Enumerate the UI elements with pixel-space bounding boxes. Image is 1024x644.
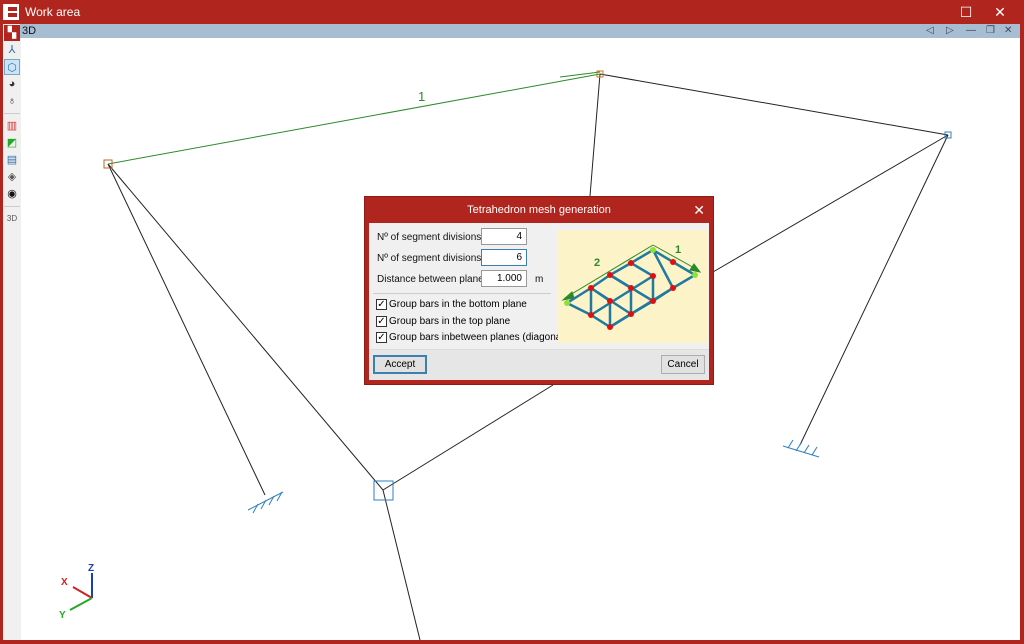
group-top-checkbox[interactable]: ✓ Group bars in the top plane [376, 316, 510, 327]
cancel-button[interactable]: Cancel [661, 355, 705, 374]
bar[interactable] [589, 73, 601, 197]
group-bottom-checkbox[interactable]: ✓ Group bars in the bottom plane [376, 299, 527, 310]
diagram-label-1: 1 [675, 244, 681, 256]
divisions-2-input[interactable] [481, 249, 527, 266]
group-diagonals-checkbox[interactable]: ✓ Group bars inbetween planes (diagonals) [376, 332, 572, 343]
bar[interactable] [799, 134, 949, 446]
axis-triad: Z X Y [59, 563, 94, 621]
bar[interactable] [382, 384, 554, 491]
dialog-title-text: Tetrahedron mesh generation [467, 204, 611, 216]
support-icon [247, 491, 284, 514]
selected-bar[interactable] [107, 73, 601, 165]
divisions-1-input[interactable] [481, 228, 527, 245]
distance-unit: m [535, 274, 544, 285]
accept-button[interactable]: Accept [373, 355, 427, 374]
checkmark-icon: ✓ [376, 332, 387, 343]
bar[interactable] [712, 134, 949, 273]
y-axis-label: Y [59, 610, 66, 621]
checkbox-label: Group bars inbetween planes (diagonals) [389, 332, 572, 343]
tetrahedron-mesh-dialog: Tetrahedron mesh generation ✕ Nº of segme… [364, 196, 714, 385]
divisions-2-label: Nº of segment divisions 2 [377, 253, 490, 264]
bar-label: 1 [418, 89, 425, 104]
bar[interactable] [599, 73, 949, 136]
checkbox-label: Group bars in the top plane [389, 316, 511, 327]
checkmark-icon: ✓ [376, 299, 387, 310]
distance-input[interactable] [481, 270, 527, 287]
bar[interactable] [107, 163, 266, 496]
mesh-diagram: 2 1 [558, 230, 708, 343]
diagram-label-2: 2 [594, 257, 600, 269]
dialog-title: Tetrahedron mesh generation ✕ [365, 197, 713, 223]
bar[interactable] [382, 489, 421, 641]
bar-direction-mark [559, 71, 601, 78]
bar[interactable] [107, 163, 384, 491]
distance-label: Distance between planes [377, 274, 489, 285]
dialog-close-icon[interactable]: ✕ [693, 197, 705, 223]
checkbox-label: Group bars in the bottom plane [389, 299, 527, 310]
x-axis-label: X [61, 577, 68, 588]
divisions-1-label: Nº of segment divisions 1 [377, 232, 490, 243]
z-axis-label: Z [88, 563, 94, 574]
checkmark-icon: ✓ [376, 316, 387, 327]
